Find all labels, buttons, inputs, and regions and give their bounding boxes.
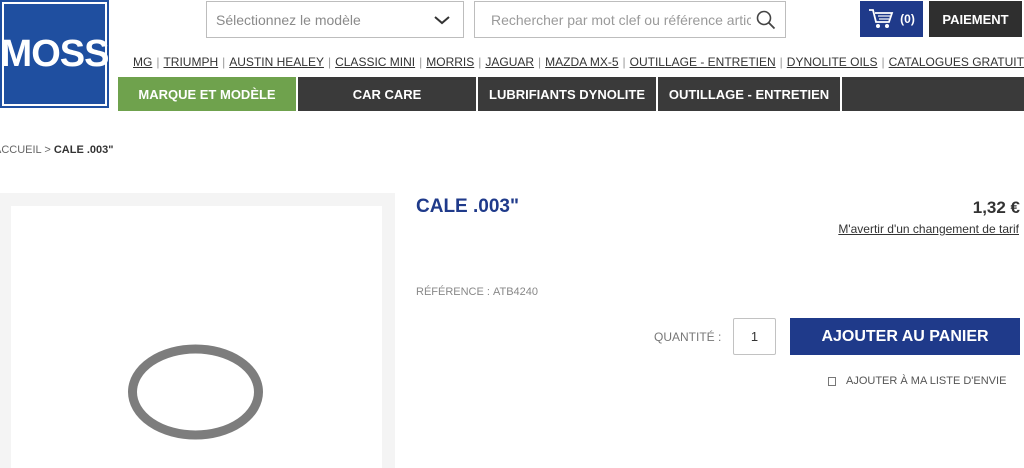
- brand-link-mg[interactable]: MG: [133, 55, 152, 69]
- quantity-label: QUANTITÉ :: [654, 330, 722, 344]
- breadcrumb-separator: >: [44, 144, 51, 156]
- price-alert-link[interactable]: M'avertir d'un changement de tarif: [838, 222, 1019, 236]
- main-nav: MARQUE ET MODÈLE CAR CARE LUBRIFIANTS DY…: [118, 77, 1024, 111]
- nav-lubrifiants-dynolite[interactable]: LUBRIFIANTS DYNOLITE: [478, 77, 658, 111]
- moss-logo[interactable]: MOSS: [0, 0, 109, 108]
- reference-value: ATB4240: [492, 286, 539, 298]
- brand-link-mazda-mx5[interactable]: MAZDA MX-5: [545, 55, 618, 69]
- cart-icon: [869, 9, 894, 28]
- brand-links: MG | TRIUMPH | AUSTIN HEALEY | CLASSIC MINI | MO…: [133, 55, 1024, 69]
- nav-marque-modele[interactable]: MARQUE ET MODÈLE: [118, 77, 298, 111]
- nav-outillage-entretien[interactable]: OUTILLAGE - ENTRETIEN: [658, 77, 842, 111]
- brand-link-dynolite-oils[interactable]: DYNOLITE OILS: [787, 55, 878, 69]
- wishlist-link[interactable]: AJOUTER À MA LISTE D'ENVIE: [828, 375, 1006, 387]
- product-title: CALE .003": [416, 196, 519, 217]
- nav-car-care[interactable]: CAR CARE: [298, 77, 478, 111]
- model-select-value: Sélectionnez le modèle: [216, 11, 361, 28]
- brand-link-catalogues[interactable]: CATALOGUES GRATUITS: [889, 55, 1024, 69]
- brand-link-triumph[interactable]: TRIUMPH: [163, 55, 218, 69]
- wishlist-checkbox-icon: [828, 376, 836, 386]
- breadcrumb: ACCUEIL > CALE .003": [0, 144, 113, 156]
- breadcrumb-current: CALE .003": [53, 144, 114, 156]
- cart-button[interactable]: (0): [860, 1, 923, 37]
- logo-background: MOSS: [1, 4, 109, 104]
- product-reference: RÉFÉRENCE : ATB4240: [416, 286, 538, 298]
- search-icon[interactable]: [756, 10, 776, 30]
- logo-text: MOSS: [0, 32, 110, 75]
- model-select[interactable]: Sélectionnez le modèle: [206, 1, 464, 38]
- cart-count: (0): [900, 12, 915, 26]
- add-to-cart-button[interactable]: AJOUTER AU PANIER: [790, 318, 1020, 355]
- brand-link-morris[interactable]: MORRIS: [426, 55, 474, 69]
- payment-button[interactable]: PAIEMENT: [929, 1, 1022, 37]
- brand-link-austin-healey[interactable]: AUSTIN HEALEY: [229, 55, 324, 69]
- reference-label: RÉFÉRENCE :: [416, 286, 490, 298]
- breadcrumb-home[interactable]: ACCUEIL: [0, 144, 41, 156]
- product-price: 1,32 €: [972, 198, 1020, 217]
- quantity-input[interactable]: [733, 318, 776, 355]
- brand-link-classic-mini[interactable]: CLASSIC MINI: [335, 55, 415, 69]
- brand-link-outillage[interactable]: OUTILLAGE - ENTRETIEN: [630, 55, 776, 69]
- washer-image: [128, 344, 263, 440]
- search-box: [474, 1, 786, 38]
- search-input[interactable]: [491, 11, 751, 28]
- chevron-down-icon: [434, 16, 450, 25]
- brand-link-jaguar[interactable]: JAGUAR: [485, 55, 534, 69]
- wishlist-label: AJOUTER À MA LISTE D'ENVIE: [846, 375, 1007, 387]
